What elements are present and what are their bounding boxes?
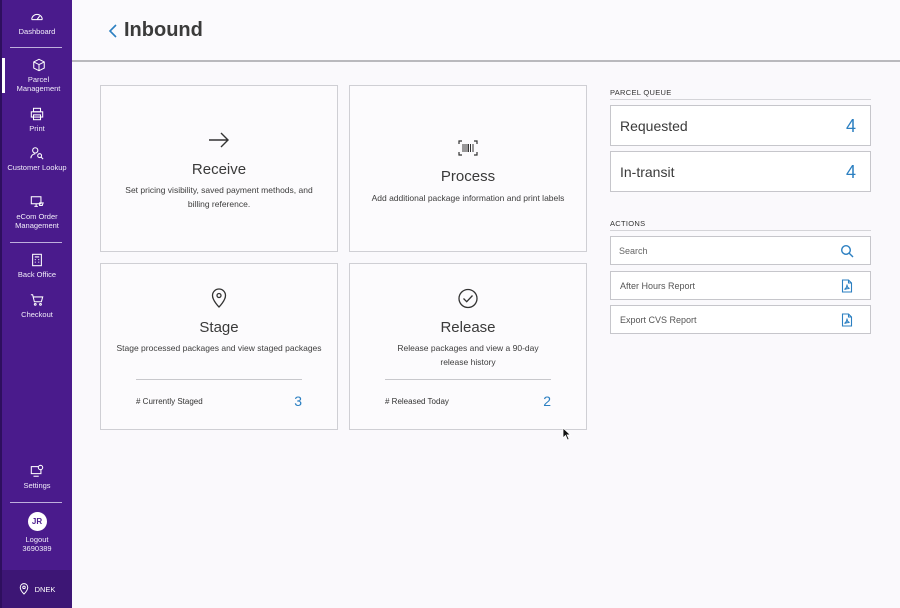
location-selector[interactable]: DNEK [2,570,72,608]
dashboard-gauge-icon [31,13,43,21]
sidebar-divider [10,502,62,503]
action-label: Export CVS Report [620,315,697,325]
pdf-file-icon [841,279,853,293]
page-title: Inbound [124,19,203,41]
document-calculator-icon [32,253,42,267]
sidebar-divider [10,47,62,48]
page-header: Inbound [72,0,900,62]
package-box-icon [32,58,45,72]
sidebar-item-back-office[interactable]: Back Office [2,253,72,279]
mouse-cursor-icon [562,427,572,441]
search-box [610,236,871,265]
card-title: Receive [191,161,247,178]
card-divider [136,379,302,380]
card-title: Stage [199,319,239,336]
search-icon[interactable] [840,244,854,258]
location-pin-icon [211,288,227,308]
sidebar-item-label: Settings [23,481,51,490]
card-description: Release packages and view a 90-day relea… [397,343,539,367]
stage-card[interactable]: Stage Stage processed packages and view … [100,263,338,430]
chevron-left-icon[interactable] [106,22,120,40]
section-divider [610,99,871,100]
queue-label: Requested [620,118,688,134]
after-hours-report-button[interactable]: After Hours Report [610,271,871,300]
queue-label: In-transit [620,164,675,180]
queue-in-transit[interactable]: In-transit 4 [610,151,871,192]
monitor-cart-icon [30,196,44,207]
queue-requested[interactable]: Requested 4 [610,105,871,146]
sidebar-divider [10,242,62,243]
export-cvs-report-button[interactable]: Export CVS Report [610,305,871,334]
settings-monitor-gear-icon [30,464,44,477]
actions-heading: ACTIONS [610,219,646,228]
currently-staged-label: # Currently Staged [136,397,203,406]
logout-label: Logout [25,535,49,544]
check-circle-icon [458,288,478,309]
release-card[interactable]: Release Release packages and view a 90-d… [349,263,587,430]
sidebar-item-label: eCom Order Management [15,212,59,230]
sidebar-item-label: Customer Lookup [7,163,67,172]
location-code: DNEK [34,584,56,594]
sidebar-item-label: Dashboard [18,27,56,36]
sidebar-item-label: Back Office [17,270,57,279]
shopping-cart-icon [30,294,44,306]
search-input[interactable] [619,242,829,260]
action-label: After Hours Report [620,281,696,291]
sidebar-item-parcel-management[interactable]: Parcel Management [2,58,72,93]
sidebar-item-dashboard[interactable]: Dashboard [2,10,72,36]
pdf-file-icon [841,313,853,327]
printer-icon [30,107,44,121]
sidebar-item-customer-lookup[interactable]: Customer Lookup [2,146,72,172]
card-description: Stage processed packages and view staged… [116,343,322,353]
section-divider [610,230,871,231]
barcode-scan-icon [458,140,478,156]
released-today-label: # Released Today [385,397,449,406]
sidebar-item-ecom-order-management[interactable]: eCom Order Management [2,195,72,230]
sidebar-item-label: Parcel Management [16,75,61,93]
card-description: Set pricing visibility, saved payment me… [125,185,313,209]
card-description: Add additional package information and p… [371,193,565,203]
receive-card[interactable]: Receive Set pricing visibility, saved pa… [100,85,338,252]
sidebar-item-label: Print [29,124,45,133]
card-title: Release [440,319,496,336]
person-search-icon [30,147,44,160]
currently-staged-count: 3 [294,393,302,409]
sidebar-item-label: Checkout [21,310,53,319]
logout-button[interactable]: JR Logout 3690389 [2,512,72,553]
released-today-count: 2 [543,393,551,409]
arrow-right-icon [209,132,229,148]
queue-count: 4 [845,116,856,136]
sidebar-item-settings[interactable]: Settings [2,464,72,490]
sidebar: Dashboard Parcel Management Print Custom… [0,0,72,608]
card-divider [385,379,551,380]
avatar: JR [27,512,47,531]
user-id: 3690389 [22,544,52,553]
sidebar-item-print[interactable]: Print [2,107,72,133]
card-title: Process [440,168,496,185]
parcel-queue-heading: PARCEL QUEUE [610,88,672,97]
queue-count: 4 [845,162,856,182]
location-pin-icon [19,583,28,595]
sidebar-item-checkout[interactable]: Checkout [2,293,72,319]
process-card[interactable]: Process Add additional package informati… [349,85,587,252]
